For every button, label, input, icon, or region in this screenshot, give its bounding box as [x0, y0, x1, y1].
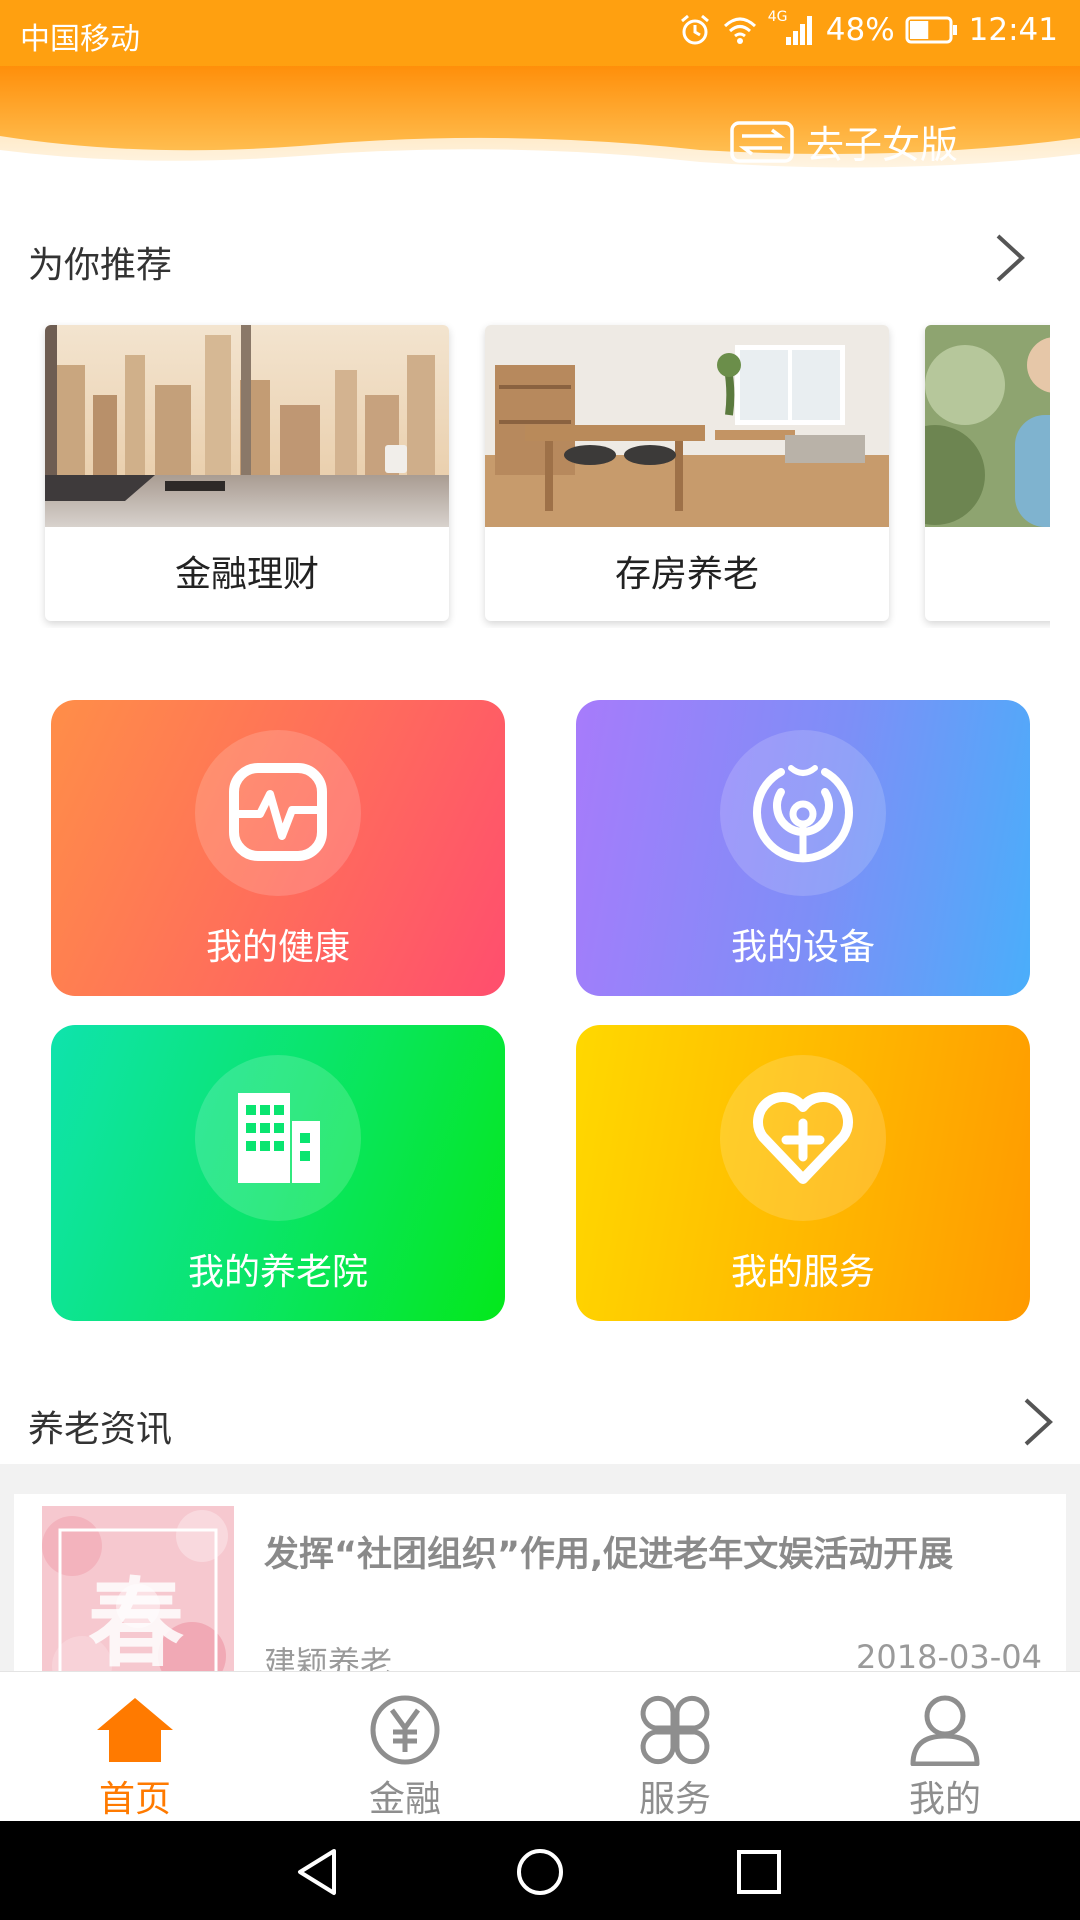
header-banner: 去子女版 — [0, 66, 1080, 190]
battery-percent: 48% — [825, 12, 895, 48]
tab-label: 金融 — [368, 1779, 441, 1820]
my-device-tile[interactable]: 我的设备 — [576, 700, 1030, 996]
recents-icon[interactable] — [732, 1845, 786, 1899]
home-icon — [97, 1698, 173, 1762]
tile-label: 我的服务 — [730, 1252, 875, 1293]
building-icon — [238, 1093, 320, 1183]
recommend-label: 金融理财 — [174, 554, 319, 595]
news-header[interactable]: 养老资讯 — [0, 1382, 1080, 1462]
news-title: 发挥“社团组织”作用,促进老年文娱活动开展 — [264, 1535, 954, 1575]
news-thumb-text: 春 — [88, 1567, 184, 1680]
tab-home[interactable]: 首页 — [0, 1672, 270, 1822]
recommend-card-partial[interactable] — [925, 325, 1050, 621]
switch-arrows-icon — [730, 120, 794, 163]
system-nav-bar — [0, 1821, 1080, 1920]
alarm-icon — [680, 14, 709, 45]
tile-label: 我的健康 — [205, 927, 350, 968]
signal-device-icon — [753, 765, 853, 863]
wifi-icon — [723, 17, 756, 44]
switch-version-label: 去子女版 — [806, 123, 959, 167]
heart-monitor-icon — [229, 763, 327, 861]
carrier-name: 中国移动 — [20, 22, 140, 57]
news-thumbnail: 春 — [42, 1506, 234, 1698]
my-nursing-home-tile[interactable]: 我的养老院 — [51, 1025, 505, 1321]
clock: 12:41 — [968, 12, 1058, 48]
person-icon — [910, 1695, 980, 1766]
switch-version-button[interactable]: 去子女版 — [730, 114, 958, 169]
back-icon[interactable] — [292, 1845, 346, 1899]
recommend-card-finance[interactable]: 金融理财 — [45, 325, 449, 621]
tab-label: 我的 — [908, 1779, 981, 1820]
city-office-photo — [45, 325, 449, 527]
tab-label: 服务 — [638, 1779, 711, 1820]
recommend-label: 存房养老 — [614, 554, 759, 595]
battery-icon — [905, 16, 957, 44]
my-health-tile[interactable]: 我的健康 — [51, 700, 505, 996]
tab-finance[interactable]: 金融 — [270, 1672, 540, 1822]
cell-signal-icon: 4G — [768, 9, 816, 47]
my-service-tile[interactable]: 我的服务 — [576, 1025, 1030, 1321]
senior-person-photo — [925, 325, 1050, 527]
recommend-carousel[interactable]: 金融理财 存房养老 — [0, 318, 1050, 628]
tab-service[interactable]: 服务 — [540, 1672, 810, 1822]
tab-mine[interactable]: 我的 — [810, 1672, 1080, 1822]
recommend-card-housing[interactable]: 存房养老 — [485, 325, 889, 621]
bottom-tab-bar: 首页 金融 服务 我的 — [0, 1671, 1080, 1821]
chevron-right-icon[interactable] — [990, 232, 1030, 284]
news-section-title: 养老资讯 — [28, 1409, 173, 1450]
recommend-header[interactable]: 为你推荐 — [0, 218, 1080, 298]
home-circle-icon[interactable] — [513, 1845, 567, 1899]
yen-icon — [370, 1695, 440, 1765]
heart-plus-icon — [753, 1092, 853, 1184]
tab-label: 首页 — [98, 1779, 171, 1820]
status-bar: 中国移动 4G 48% 12:41 — [0, 0, 1080, 66]
recommend-title: 为你推荐 — [28, 245, 173, 286]
living-room-photo — [485, 325, 889, 527]
tile-label: 我的设备 — [730, 927, 875, 968]
status-icons: 4G 48% 12:41 — [678, 9, 1058, 48]
tile-label: 我的养老院 — [187, 1252, 368, 1293]
grid-icon — [640, 1695, 710, 1765]
chevron-right-icon[interactable] — [1018, 1396, 1058, 1448]
